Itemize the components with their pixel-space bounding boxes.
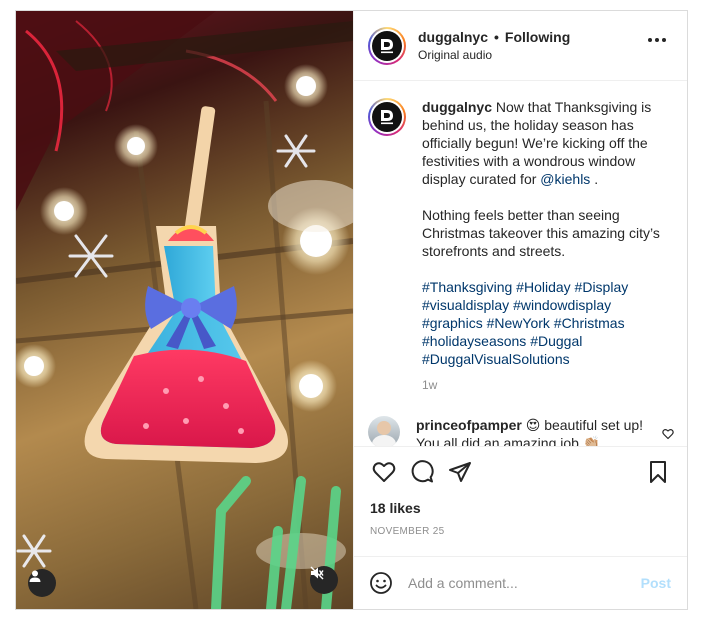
post-comment-button[interactable]: Post (641, 575, 671, 591)
caption-author-avatar[interactable] (368, 98, 406, 136)
hashtag-link[interactable]: #visualdisplay (422, 297, 509, 313)
mention-link[interactable]: @kiehls (540, 171, 590, 187)
hashtag-link[interactable]: #windowdisplay (513, 297, 611, 313)
post-header: duggalnyc • Following Original audio (354, 11, 687, 81)
separator-dot: • (494, 29, 499, 45)
hashtag-link[interactable]: #graphics (422, 315, 483, 331)
post-date[interactable]: November 25 (354, 526, 687, 537)
author-username[interactable]: duggalnyc (418, 29, 488, 45)
commenter-username[interactable]: princeofpamper (416, 417, 522, 433)
speaker-muted-icon (310, 566, 324, 580)
commenter-avatar[interactable] (368, 416, 400, 446)
post-media[interactable] (16, 11, 353, 609)
comment-body: princeofpamper 😍 beautiful set up! You a… (416, 416, 646, 446)
hashtag-link[interactable]: #Holiday (516, 279, 570, 295)
hashtag-link[interactable]: #NewYork (487, 315, 550, 331)
comment-bubble-icon (411, 460, 434, 483)
comments-section[interactable]: duggalnyc Now that Thanksgiving is behin… (354, 82, 687, 446)
comment-like-button[interactable] (662, 427, 674, 445)
bookmark-icon (650, 461, 666, 483)
heart-icon (372, 462, 396, 482)
hashtag-link[interactable]: #Thanksgiving (422, 279, 512, 295)
caption-paragraph: Nothing feels better than seeing Christm… (422, 207, 660, 259)
more-horizontal-icon (648, 38, 666, 42)
like-button[interactable] (366, 454, 402, 490)
hashtag-list: #Thanksgiving #Holiday #Display #visuald… (422, 278, 667, 368)
comment-button[interactable] (404, 454, 440, 490)
caption-body: duggalnyc Now that Thanksgiving is behin… (422, 98, 667, 394)
hashtag-link[interactable]: #Duggal (530, 333, 582, 349)
hashtag-link[interactable]: #holidayseasons (422, 333, 526, 349)
share-button[interactable] (442, 454, 478, 490)
caption-username[interactable]: duggalnyc (422, 99, 492, 115)
hashtag-link[interactable]: #Christmas (554, 315, 625, 331)
hashtag-link[interactable]: #DuggalVisualSolutions (422, 351, 570, 367)
actions-section: 18 likes November 25 (354, 446, 687, 556)
likes-count[interactable]: 18 likes (354, 500, 687, 516)
emoji-button[interactable] (368, 570, 394, 596)
duggal-logo-icon (381, 110, 393, 125)
mute-button[interactable] (310, 566, 338, 594)
post-container: duggalnyc • Following Original audio dug… (15, 10, 688, 610)
smiley-icon (370, 572, 392, 594)
save-button[interactable] (640, 454, 676, 490)
caption: duggalnyc Now that Thanksgiving is behin… (354, 82, 687, 394)
comment-input[interactable] (408, 575, 641, 591)
author-avatar[interactable] (368, 26, 406, 65)
more-options-button[interactable] (648, 38, 666, 42)
caption-period: . (594, 171, 599, 187)
user-tag-button[interactable] (28, 569, 56, 597)
add-comment-bar: Post (354, 556, 687, 609)
paper-plane-icon (449, 462, 471, 482)
caption-timestamp[interactable]: 1w (422, 376, 667, 394)
post-side-panel: duggalnyc • Following Original audio dug… (353, 11, 687, 609)
post-image (16, 11, 353, 609)
heart-icon (662, 429, 674, 440)
following-button[interactable]: Following (505, 29, 570, 45)
duggal-logo-icon (381, 38, 393, 53)
hashtag-link[interactable]: #Display (575, 279, 629, 295)
comment-item: princeofpamper 😍 beautiful set up! You a… (354, 394, 687, 446)
audio-label[interactable]: Original audio (418, 48, 570, 62)
user-tag-icon (29, 570, 41, 582)
